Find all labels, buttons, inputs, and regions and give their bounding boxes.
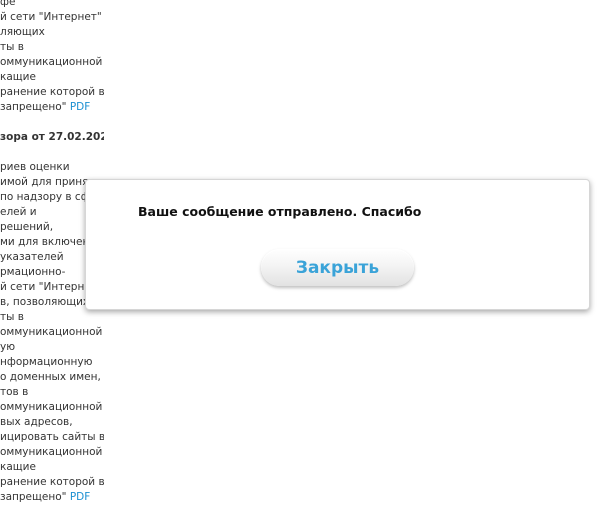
bg-line: ранение которой в [0, 476, 104, 488]
page: фе й сети "Интернет" и ляющих ты в оммун… [0, 0, 602, 506]
bg-line: вых адресов, [0, 416, 73, 428]
bg-line: ранение которой в [0, 86, 104, 98]
bg-line-with-link: запрещено" PDF [0, 490, 104, 505]
bg-line-text: запрещено" [0, 491, 67, 503]
bg-line: о доменных имен, [0, 371, 101, 383]
bg-line: ты в [0, 41, 24, 53]
bg-line: ую [0, 341, 16, 353]
bg-line: риев оценки [0, 161, 70, 173]
close-button[interactable]: Закрыть [261, 249, 414, 286]
dialog-message: Ваше сообщение отправлено. Спасибо [138, 204, 422, 219]
bg-line: фе [0, 0, 16, 8]
bg-line-text: запрещено" [0, 101, 67, 113]
bg-line: ицировать сайты в [0, 431, 104, 443]
bg-line: й сети "Интернет" и [0, 11, 104, 23]
bg-line: оммуникационной [0, 401, 103, 413]
bg-line: оммуникационной [0, 56, 103, 68]
bg-line: кащие [0, 461, 36, 473]
bg-line: ляющих [0, 26, 45, 38]
section-heading: зора от 27.02.2023 [0, 131, 104, 143]
bg-line: оммуникационной [0, 326, 103, 338]
bg-line: нформационную [0, 356, 93, 368]
bg-line: тов в [0, 386, 29, 398]
bg-line: кащие [0, 71, 36, 83]
bg-line: ты в [0, 311, 24, 323]
confirmation-dialog: Ваше сообщение отправлено. Спасибо Закры… [85, 179, 590, 310]
pdf-link[interactable]: PDF [70, 491, 90, 503]
bg-line: оммуникационной [0, 446, 103, 458]
bg-line-with-link: запрещено" PDF [0, 100, 104, 115]
pdf-link[interactable]: PDF [70, 101, 90, 113]
